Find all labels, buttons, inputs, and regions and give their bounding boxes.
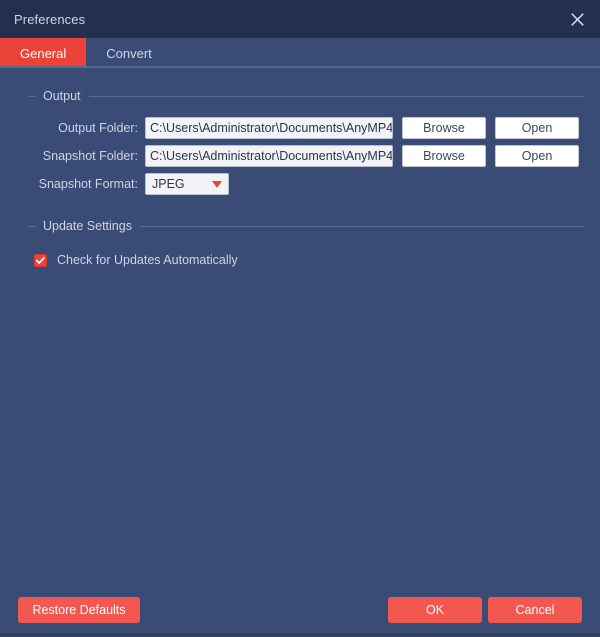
snapshot-format-row: Snapshot Format: JPEG [28,173,584,195]
group-rule-left [28,95,36,97]
output-folder-label: Output Folder: [58,121,138,135]
titlebar: Preferences [0,0,600,38]
output-folder-open-button[interactable]: Open [495,117,579,139]
dialog-footer: Restore Defaults OK Cancel [0,597,600,623]
update-settings-group: Update Settings Check for Updates Automa… [28,219,584,267]
close-button[interactable] [554,0,600,38]
check-updates-checkbox[interactable] [34,253,47,267]
group-rule-right [139,225,584,227]
bottom-strip [0,633,600,637]
update-settings-group-title: Update Settings [43,219,132,233]
check-updates-label: Check for Updates Automatically [57,253,238,267]
output-group-header: Output [28,89,584,103]
group-rule-right [88,95,584,97]
tab-convert[interactable]: Convert [86,38,172,68]
snapshot-format-label: Snapshot Format: [38,177,138,191]
snapshot-folder-label: Snapshot Folder: [42,149,138,163]
preferences-dialog: Preferences General Convert Output Outpu… [0,0,600,637]
snapshot-folder-row: Snapshot Folder: C:\Users\Administrator\… [28,145,584,167]
output-group-title: Output [43,89,81,103]
snapshot-folder-open-button[interactable]: Open [495,145,579,167]
output-folder-input[interactable]: C:\Users\Administrator\Documents\AnyMP4 [145,117,393,139]
update-settings-group-header: Update Settings [28,219,584,233]
output-group: Output Output Folder: C:\Users\Administr… [28,89,584,195]
group-rule-left [28,225,36,227]
restore-defaults-button[interactable]: Restore Defaults [18,597,140,623]
ok-button[interactable]: OK [388,597,482,623]
snapshot-folder-browse-button[interactable]: Browse [402,145,486,167]
window-title: Preferences [14,11,86,27]
output-folder-row: Output Folder: C:\Users\Administrator\Do… [28,117,584,139]
chevron-down-icon [212,180,222,188]
tab-general[interactable]: General [0,38,87,68]
snapshot-format-value: JPEG [152,177,185,191]
cancel-button[interactable]: Cancel [488,597,582,623]
output-folder-browse-button[interactable]: Browse [402,117,486,139]
tab-general-label: General [20,45,67,61]
checkmark-icon [35,255,46,266]
tab-bar: General Convert [0,38,600,68]
check-updates-row: Check for Updates Automatically [34,253,584,267]
snapshot-folder-input[interactable]: C:\Users\Administrator\Documents\AnyMP4 [145,145,393,167]
close-icon [570,12,585,27]
snapshot-format-select[interactable]: JPEG [145,173,229,195]
dialog-content: Output Output Folder: C:\Users\Administr… [0,68,600,637]
tab-convert-label: Convert [106,45,152,61]
